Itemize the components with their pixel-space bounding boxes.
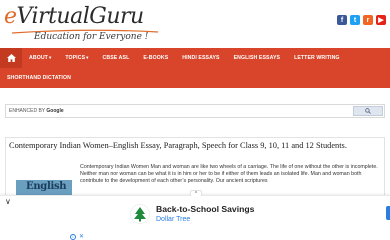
ad-collapse-button[interactable]: ^ <box>190 190 202 197</box>
nav-item-hindi-essays[interactable]: HINDI ESSAYS <box>175 55 226 61</box>
chevron-up-icon: ^ <box>194 190 198 197</box>
site-header: eVirtualGuru Education for Everyone ! f … <box>0 0 390 46</box>
nav-item-english-essays[interactable]: ENGLISH ESSAYS <box>227 55 287 61</box>
twitter-icon[interactable]: t <box>350 15 360 25</box>
ad-headline: Back-to-School Savings <box>156 204 255 214</box>
site-logo[interactable]: eVirtualGuru Education for Everyone ! <box>4 4 174 42</box>
article-excerpt: Contemporary Indian Women Man and woman … <box>80 164 378 185</box>
nav-item-topics[interactable]: TOPICS▾ <box>58 55 95 61</box>
nav-row-1: ABOUT▾ TOPICS▾ CBSE ASL E-BOOKS HINDI ES… <box>0 48 347 68</box>
nav-about-label: ABOUT <box>29 55 48 61</box>
google-label: Google <box>46 108 64 114</box>
nav-item-shorthand-dictation[interactable]: SHORTHAND DICTATION <box>0 75 78 81</box>
dollar-tree-logo-icon <box>130 204 150 224</box>
nav-item-letter-writing[interactable]: LETTER WRITING <box>287 55 347 61</box>
rss-glyph: r <box>366 16 370 24</box>
main-nav: ABOUT▾ TOPICS▾ CBSE ASL E-BOOKS HINDI ES… <box>0 48 390 88</box>
search-icon <box>365 108 371 114</box>
home-icon[interactable] <box>0 48 22 68</box>
ad-cta-tab[interactable] <box>386 206 390 220</box>
rss-icon[interactable]: r <box>363 15 373 25</box>
ad-close-icon[interactable]: ✕ <box>79 233 84 240</box>
social-links: f t r ▶ <box>337 15 386 25</box>
logo-tagline: Education for Everyone ! <box>34 32 149 42</box>
ad-choices[interactable]: i ✕ <box>70 233 84 240</box>
page: eVirtualGuru Education for Everyone ! f … <box>0 0 390 240</box>
youtube-glyph: ▶ <box>378 17 384 24</box>
nav-topics-label: TOPICS <box>65 55 86 61</box>
twitter-glyph: t <box>353 16 357 24</box>
search-button[interactable] <box>353 106 383 116</box>
search-input[interactable]: ENHANCED BY Google <box>5 104 385 118</box>
logo-wordmark: eVirtualGuru <box>4 4 144 29</box>
ad-info-icon[interactable]: i <box>70 233 76 240</box>
facebook-glyph: f <box>340 16 344 24</box>
ad-advertiser: Dollar Tree <box>156 216 191 223</box>
chevron-down-icon: ▾ <box>48 55 52 60</box>
ad-close-chevron[interactable]: ∨ <box>5 197 11 206</box>
thumbnail-text: English <box>26 181 67 192</box>
youtube-icon[interactable]: ▶ <box>376 15 386 25</box>
chevron-down-icon: ▾ <box>86 55 89 60</box>
nav-item-cbse-asl[interactable]: CBSE ASL <box>96 55 137 61</box>
ad-banner[interactable]: ^ ∨ Back-to-School Savings Dollar Tree i… <box>0 190 390 240</box>
search-branding: ENHANCED BY Google <box>9 108 64 114</box>
nav-item-e-books[interactable]: E-BOOKS <box>136 55 175 61</box>
logo-prefix: e <box>4 4 17 29</box>
facebook-icon[interactable]: f <box>337 15 347 25</box>
nav-row-2: SHORTHAND DICTATION <box>0 68 78 88</box>
home-glyph <box>6 54 16 62</box>
enhanced-by-label: ENHANCED BY <box>9 108 46 114</box>
logo-name: VirtualGuru <box>16 4 145 29</box>
article-title[interactable]: Contemporary Indian Women–English Essay,… <box>9 141 383 150</box>
nav-item-about[interactable]: ABOUT▾ <box>22 55 58 61</box>
